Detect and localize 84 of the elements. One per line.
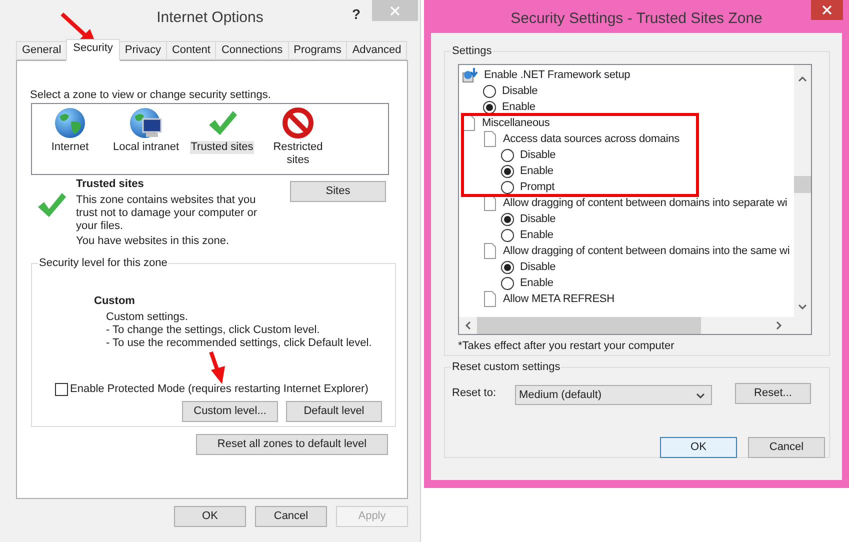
window-title: Security Settings - Trusted Sites Zone xyxy=(510,9,762,29)
button[interactable]: Sites xyxy=(290,181,386,202)
chevron-left-icon xyxy=(465,321,471,330)
chevron-right-icon xyxy=(776,321,782,330)
level-description: - To use the recommended settings, click Default level. xyxy=(106,336,372,351)
group-label: Settings xyxy=(451,44,493,59)
option-label: Disable xyxy=(520,148,556,162)
arrow xyxy=(209,351,225,384)
radio-button[interactable] xyxy=(501,164,514,178)
scrollbar-thumb[interactable] xyxy=(477,317,701,334)
level-name: Custom xyxy=(94,294,135,309)
tab[interactable]: Advanced xyxy=(346,41,408,60)
button[interactable]: Cancel xyxy=(748,437,825,458)
option-label: Enable xyxy=(502,100,536,114)
chevron-down-icon xyxy=(798,304,807,310)
radio-button[interactable] xyxy=(501,260,514,274)
zone-item[interactable]: Local intranet xyxy=(112,141,180,154)
help-button[interactable]: ? xyxy=(352,4,361,25)
vertical-scrollbar[interactable] xyxy=(794,65,811,317)
dropdown[interactable]: Medium (default) xyxy=(515,385,712,405)
close-icon xyxy=(822,5,832,15)
option-label: Disable xyxy=(502,84,538,98)
globe-monitor-icon xyxy=(129,107,163,139)
option-label: Prompt xyxy=(520,180,555,194)
radio-button[interactable] xyxy=(483,84,496,98)
checkbox-label: Enable Protected Mode (requires restarting Internet Explorer) xyxy=(70,382,368,397)
no-entry-icon xyxy=(282,107,314,139)
page-icon xyxy=(483,291,497,307)
button[interactable]: Default level xyxy=(286,401,382,422)
zone-title: Trusted sites xyxy=(76,177,144,192)
tab[interactable]: Connections xyxy=(215,41,289,60)
button[interactable]: Reset all zones to default level xyxy=(196,434,388,455)
radio-button[interactable] xyxy=(501,180,514,194)
setting-label: Access data sources across domains xyxy=(503,132,680,146)
zone-description: This zone contains websites that you trust not to damage your computer or your files. xyxy=(76,194,258,233)
zone-item[interactable]: Restricted sites xyxy=(261,141,335,167)
option-label: Disable xyxy=(520,260,556,274)
zone-status: You have websites in this zone. xyxy=(76,234,230,249)
scrollbar-thumb[interactable] xyxy=(794,176,811,193)
globe-download-icon xyxy=(462,67,478,83)
radio-button[interactable] xyxy=(501,212,514,226)
group-label: Security level for this zone xyxy=(38,256,168,271)
dropdown-value: Medium (default) xyxy=(519,388,602,403)
close-icon xyxy=(390,6,400,16)
option-label: Disable xyxy=(520,212,556,226)
setting-label: Allow META REFRESH xyxy=(503,292,614,306)
radio-button[interactable] xyxy=(501,148,514,162)
tab[interactable]: Security xyxy=(66,39,120,61)
field-label: Reset to: xyxy=(452,386,496,401)
chevron-down-icon xyxy=(696,393,705,399)
tab[interactable]: Privacy xyxy=(118,41,167,60)
button[interactable]: Custom level... xyxy=(182,401,278,422)
zone-item[interactable]: Trusted sites xyxy=(190,141,254,154)
option-label: Enable xyxy=(520,164,554,178)
tab[interactable]: Content xyxy=(166,41,216,60)
page-icon xyxy=(483,243,497,259)
button[interactable]: Cancel xyxy=(255,506,327,527)
level-description: - To change the settings, click Custom level. xyxy=(106,323,320,338)
button[interactable]: Reset... xyxy=(735,383,811,404)
setting-label: Allow dragging of content between domains into the same wi xyxy=(503,244,790,258)
setting-label: Miscellaneous xyxy=(482,116,550,130)
zone-item[interactable]: Internet xyxy=(50,141,90,154)
radio-button[interactable] xyxy=(483,100,496,114)
checkbox[interactable] xyxy=(55,382,68,396)
option-label: Enable xyxy=(520,276,554,290)
horizontal-scrollbar[interactable] xyxy=(459,317,811,334)
button[interactable]: OK xyxy=(174,506,246,527)
globe-icon xyxy=(54,107,86,139)
radio-button[interactable] xyxy=(501,276,514,290)
level-description: Custom settings. xyxy=(106,310,188,325)
tab[interactable]: General xyxy=(16,41,68,60)
footnote: *Takes effect after you restart your computer xyxy=(458,339,674,354)
option-label: Enable xyxy=(520,228,554,242)
close-button[interactable] xyxy=(811,0,843,20)
window-title: Internet Options xyxy=(156,8,264,28)
group-label: Reset custom settings xyxy=(451,360,562,375)
page-icon xyxy=(483,131,497,147)
radio-button[interactable] xyxy=(501,228,514,242)
zone-prompt: Select a zone to view or change security settings. xyxy=(30,88,271,103)
setting-label: Allow dragging of content between domains into separate wi xyxy=(503,196,788,210)
setting-label: Enable .NET Framework setup xyxy=(484,68,630,82)
tab[interactable]: Programs xyxy=(288,41,348,60)
chevron-up-icon xyxy=(798,76,807,82)
button[interactable]: OK xyxy=(660,437,737,458)
